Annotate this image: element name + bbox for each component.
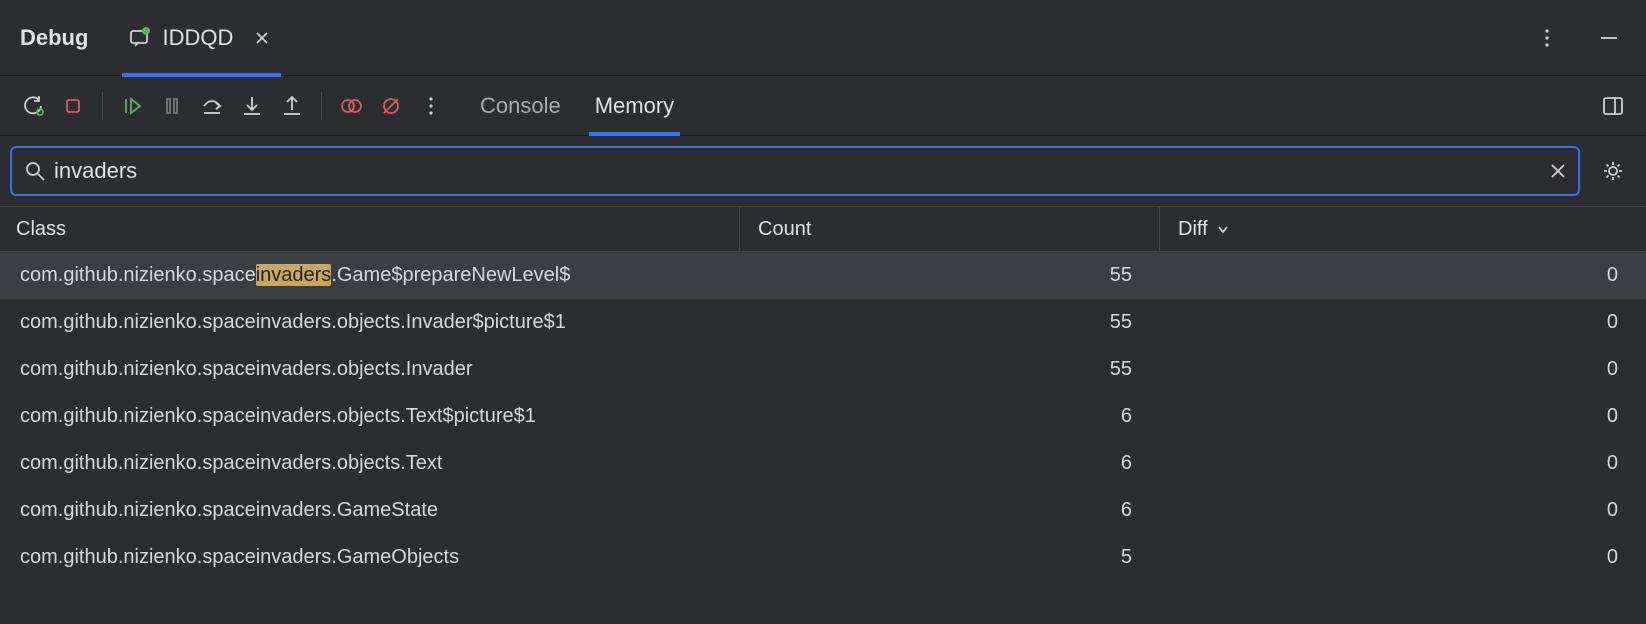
step-over-icon[interactable] (195, 89, 229, 123)
run-config-icon (128, 26, 152, 50)
count-cell: 55 (740, 358, 1160, 381)
table-row[interactable]: com.github.nizienko.spaceinvaders.GameOb… (0, 534, 1646, 581)
class-name-cell: com.github.nizienko.spaceinvaders.object… (0, 452, 740, 475)
class-name-cell: com.github.nizienko.spaceinvaders.object… (0, 405, 740, 428)
count-cell: 55 (740, 264, 1160, 287)
memory-table-body: com.github.nizienko.spaceinvaders.Game$p… (0, 252, 1646, 581)
chevron-down-icon (1216, 222, 1230, 236)
table-row[interactable]: com.github.nizienko.spaceinvaders.object… (0, 346, 1646, 393)
class-name-cell: com.github.nizienko.spaceinvaders.object… (0, 358, 740, 381)
header-count[interactable]: Count (740, 207, 1160, 251)
pause-icon[interactable] (155, 89, 189, 123)
header-diff-label: Diff (1178, 218, 1208, 241)
tab-memory-label: Memory (595, 93, 674, 119)
more-icon[interactable] (1530, 21, 1564, 55)
count-cell: 6 (740, 452, 1160, 475)
close-tab-icon[interactable] (255, 31, 269, 45)
class-name-cell: com.github.nizienko.spaceinvaders.object… (0, 311, 740, 334)
minimize-icon[interactable] (1592, 21, 1626, 55)
diff-cell: 0 (1160, 264, 1646, 287)
count-cell: 6 (740, 499, 1160, 522)
separator (321, 92, 322, 120)
run-config-label: IDDQD (162, 25, 233, 51)
view-tabs: Console Memory (480, 76, 674, 136)
diff-cell: 0 (1160, 546, 1646, 569)
header-class[interactable]: Class (0, 207, 740, 251)
search-icon (24, 160, 46, 182)
header-diff[interactable]: Diff (1160, 218, 1646, 241)
header-class-label: Class (16, 218, 66, 241)
more-actions-icon[interactable] (414, 89, 448, 123)
count-cell: 55 (740, 311, 1160, 334)
header-count-label: Count (758, 218, 811, 241)
diff-cell: 0 (1160, 452, 1646, 475)
resume-icon[interactable] (115, 89, 149, 123)
titlebar-actions (1530, 21, 1626, 55)
table-row[interactable]: com.github.nizienko.spaceinvaders.Game$p… (0, 252, 1646, 299)
diff-cell: 0 (1160, 358, 1646, 381)
diff-cell: 0 (1160, 405, 1646, 428)
class-name-cell: com.github.nizienko.spaceinvaders.GameOb… (0, 546, 740, 569)
layout-settings-icon[interactable] (1596, 89, 1630, 123)
diff-cell: 0 (1160, 499, 1646, 522)
rerun-icon[interactable] (16, 89, 50, 123)
table-row[interactable]: com.github.nizienko.spaceinvaders.object… (0, 393, 1646, 440)
run-config-tab[interactable]: IDDQD (128, 0, 275, 76)
table-row[interactable]: com.github.nizienko.spaceinvaders.object… (0, 299, 1646, 346)
class-search-box[interactable] (10, 146, 1580, 196)
mute-breakpoints-icon[interactable] (374, 89, 408, 123)
table-row[interactable]: com.github.nizienko.spaceinvaders.object… (0, 440, 1646, 487)
step-into-icon[interactable] (235, 89, 269, 123)
tab-memory[interactable]: Memory (595, 76, 674, 136)
count-cell: 5 (740, 546, 1160, 569)
memory-search-row (0, 136, 1646, 206)
tab-console[interactable]: Console (480, 76, 561, 136)
tab-console-label: Console (480, 93, 561, 119)
memory-settings-icon[interactable] (1596, 154, 1630, 188)
step-out-icon[interactable] (275, 89, 309, 123)
table-row[interactable]: com.github.nizienko.spaceinvaders.GameSt… (0, 487, 1646, 534)
count-cell: 6 (740, 405, 1160, 428)
window-title: Debug (20, 25, 88, 51)
class-name-cell: com.github.nizienko.spaceinvaders.GameSt… (0, 499, 740, 522)
diff-cell: 0 (1160, 311, 1646, 334)
separator (102, 92, 103, 120)
clear-search-icon[interactable] (1550, 163, 1566, 179)
class-name-cell: com.github.nizienko.spaceinvaders.Game$p… (0, 264, 740, 287)
titlebar: Debug IDDQD (0, 0, 1646, 76)
debug-toolbar: Console Memory (0, 76, 1646, 136)
memory-table-header: Class Count Diff (0, 206, 1646, 252)
stop-icon[interactable] (56, 89, 90, 123)
view-breakpoints-icon[interactable] (334, 89, 368, 123)
class-search-input[interactable] (46, 158, 1550, 184)
